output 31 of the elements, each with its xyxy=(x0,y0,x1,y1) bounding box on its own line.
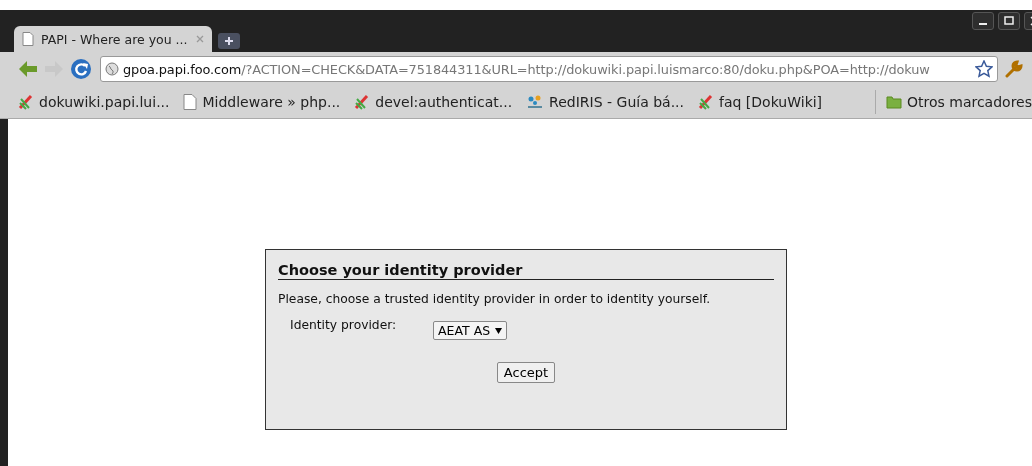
new-tab-button[interactable] xyxy=(218,33,240,49)
minimize-icon xyxy=(979,23,987,25)
pencil-icon xyxy=(354,94,371,110)
bookmark-item[interactable]: dokuwiki.papi.lui... xyxy=(18,94,170,110)
accept-button[interactable]: Accept xyxy=(496,362,556,383)
browser-tab[interactable]: PAPI - Where are you ... xyxy=(14,26,212,52)
folder-icon xyxy=(886,95,902,109)
maximize-button[interactable] xyxy=(998,12,1020,30)
star-icon[interactable] xyxy=(975,60,993,78)
plus-icon xyxy=(225,37,233,45)
pencil-icon xyxy=(698,94,714,110)
bookmark-item[interactable]: Middleware » php... xyxy=(183,94,341,110)
other-bookmarks[interactable]: Otros marcadores xyxy=(875,90,1032,114)
dots-icon xyxy=(526,94,545,110)
address-bar[interactable]: gpoa.papi.foo.com/?ACTION=CHECK&DATA=751844311&URL=http://dokuwiki.papi.luismarco:80/doku.php&POA=http://dokuw xyxy=(100,56,998,82)
field-label: Identity provider: xyxy=(290,318,398,332)
dialog-title: Choose your identity provider xyxy=(278,262,774,280)
bookmark-item[interactable]: devel:authenticat... xyxy=(354,94,513,110)
reload-icon[interactable] xyxy=(70,58,92,80)
instruction-text: Please, choose a trusted identity provider in order to identity yourself. xyxy=(278,292,712,306)
bookmark-item[interactable]: RedIRIS - Guía bá... xyxy=(526,94,684,110)
provider-dropdown[interactable]: AEAT AS xyxy=(433,321,508,340)
maximize-icon xyxy=(1004,16,1014,26)
globe-icon xyxy=(105,62,119,76)
wrench-icon[interactable] xyxy=(1004,59,1024,79)
page-icon xyxy=(22,32,34,46)
caret-icon xyxy=(495,327,503,334)
bookmark-item[interactable]: faq [DokuWiki] xyxy=(698,94,823,110)
page-icon xyxy=(183,94,198,110)
pencil-icon xyxy=(18,94,34,110)
minimize-button[interactable] xyxy=(972,12,994,30)
